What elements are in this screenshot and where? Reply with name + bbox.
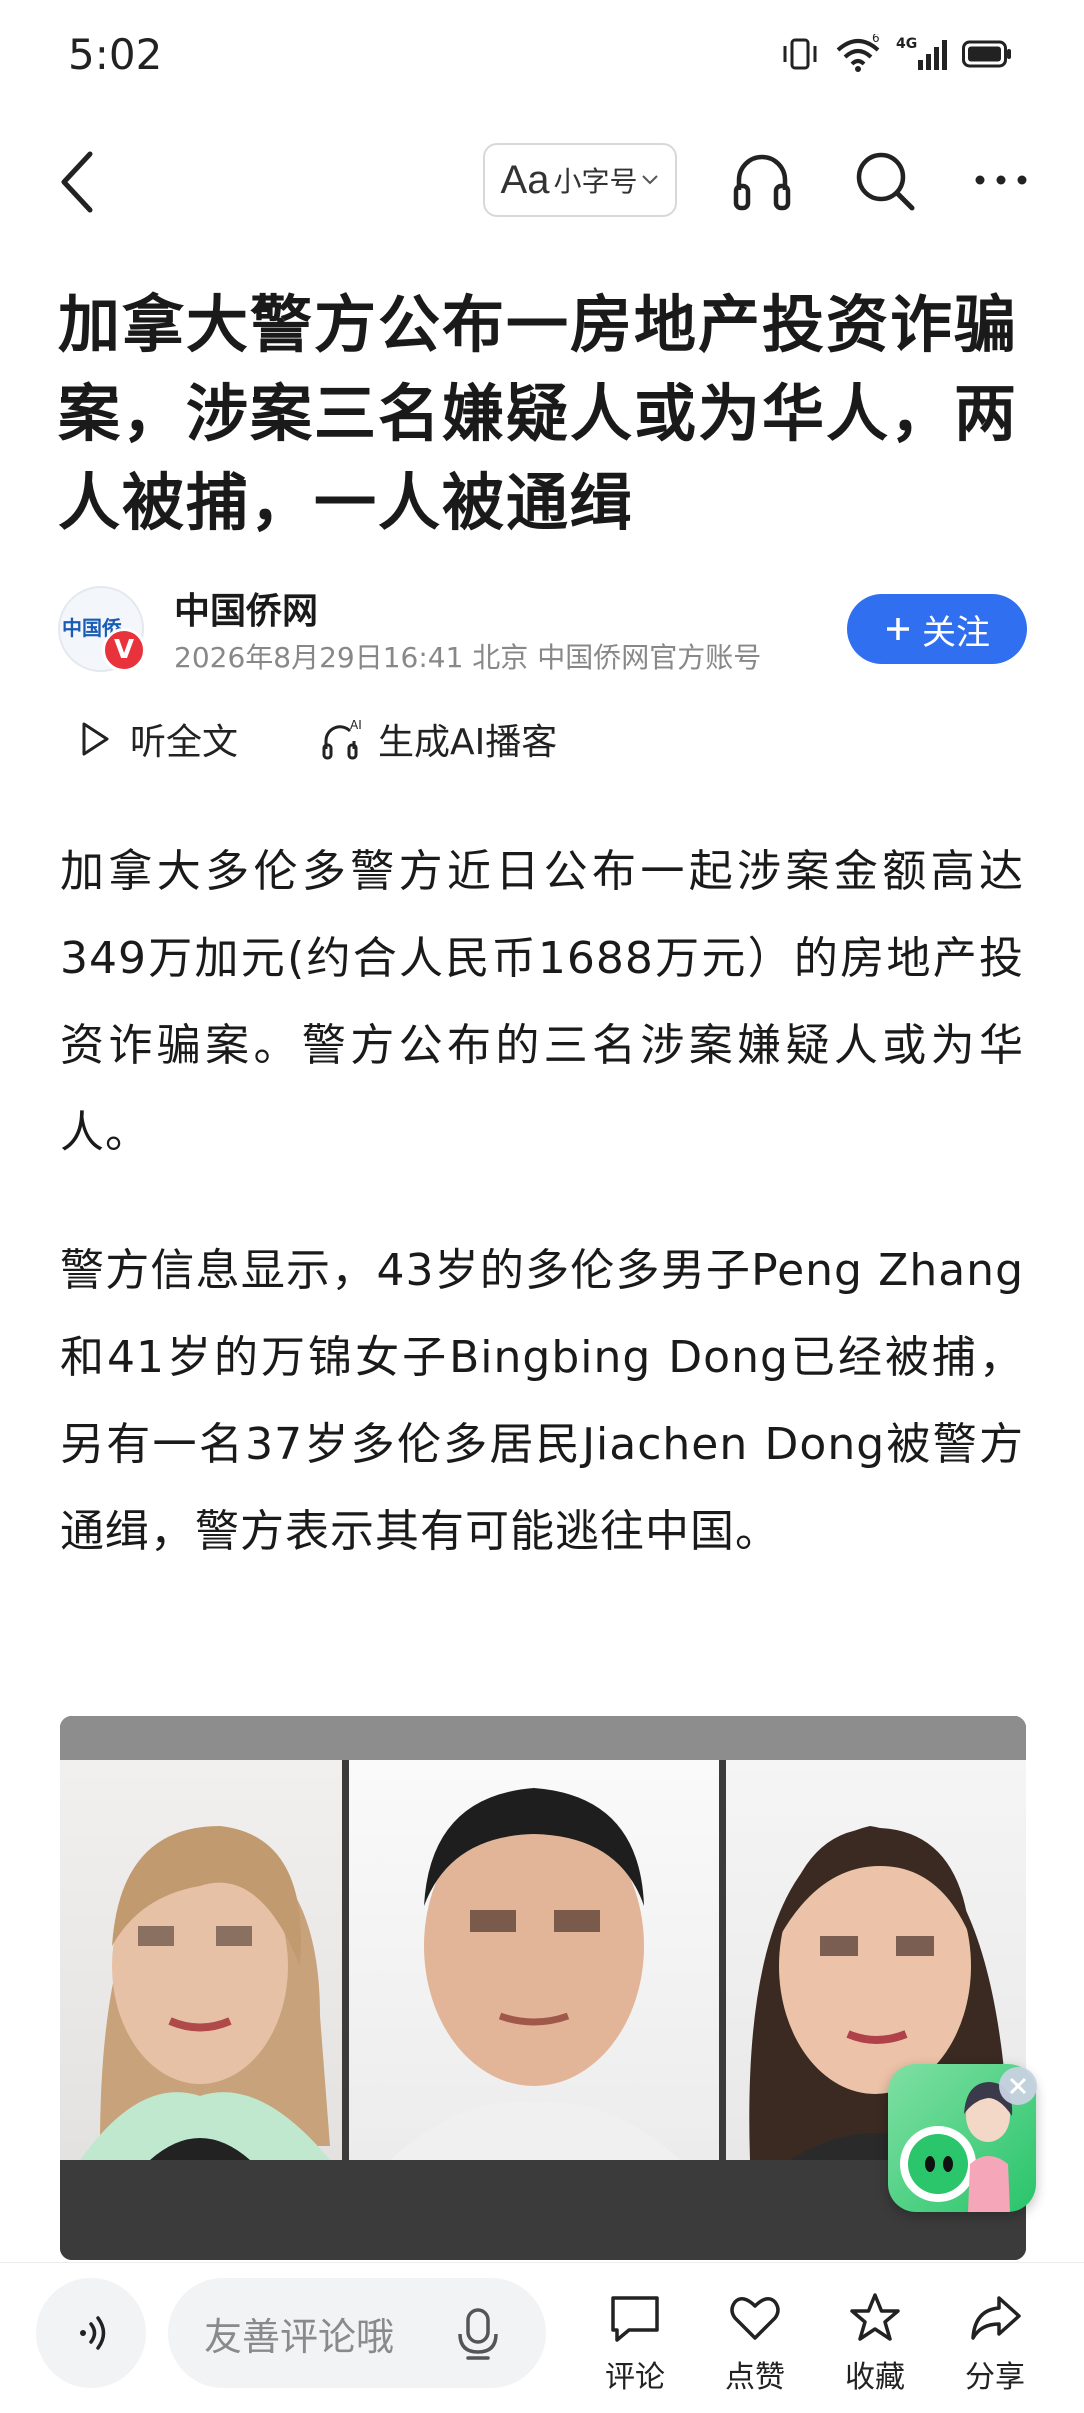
- verified-badge: V: [102, 628, 146, 672]
- comment-label: 评论: [605, 2360, 665, 2395]
- status-icons: 6 4G: [780, 30, 1012, 78]
- plus-icon: [887, 618, 909, 640]
- sound-waves-icon: [80, 2316, 106, 2350]
- cellular-signal-icon: 4G: [896, 36, 947, 70]
- comment-placeholder: 友善评论哦: [204, 2314, 395, 2359]
- headphones-button[interactable]: [729, 148, 795, 214]
- font-size-label: 小字号: [553, 165, 638, 198]
- article-paragraph: 警方信息显示，43岁的多伦多男子Peng Zhang和41岁的万锦女子Bingb…: [60, 1245, 1024, 1557]
- listen-full-text-button[interactable]: 听全文: [80, 713, 238, 765]
- font-size-aa: Aa: [500, 157, 550, 202]
- close-icon: [1009, 2077, 1027, 2095]
- microphone-icon: [458, 2308, 498, 2360]
- suspects-photo-illustration: [60, 1716, 1026, 2260]
- ai-tag: AI: [350, 718, 362, 732]
- share-arrow-icon: [971, 2296, 1021, 2340]
- headphones-icon: [733, 154, 791, 211]
- podcast-label: 生成AI播客: [378, 722, 558, 763]
- battery-icon: [962, 40, 1011, 68]
- network-type: 4G: [896, 36, 917, 52]
- like-button[interactable]: 点赞: [710, 2290, 800, 2396]
- like-label: 点赞: [725, 2360, 785, 2395]
- close-widget-button[interactable]: [999, 2067, 1037, 2105]
- search-button[interactable]: [852, 148, 918, 214]
- follow-button[interactable]: 关注: [847, 594, 1027, 664]
- ai-podcast-icon: AI: [322, 718, 362, 760]
- more-dots-icon: [975, 175, 1027, 185]
- back-button[interactable]: [52, 148, 112, 216]
- heart-icon: [730, 2297, 780, 2340]
- publish-meta: 2026年8月29日16:41 北京 中国侨网官方账号: [174, 641, 762, 674]
- follow-label: 关注: [922, 612, 990, 653]
- more-options-button[interactable]: [970, 160, 1036, 200]
- suspects-photo[interactable]: [60, 1716, 1026, 2260]
- author-avatar[interactable]: 中国侨 V: [58, 586, 146, 672]
- article-title: 加拿大警方公布一房地产投资诈骗案，涉案三名嫌疑人或为华人，两人被捕，一人被通缉: [58, 288, 1019, 539]
- search-icon: [856, 152, 915, 211]
- voice-read-button[interactable]: [36, 2278, 146, 2388]
- comment-icon: [611, 2296, 659, 2342]
- microphone-button[interactable]: [452, 2306, 504, 2366]
- signal-badge: 6: [872, 34, 880, 45]
- font-size-button[interactable]: Aa 小字号: [483, 143, 677, 217]
- status-time: 5:02: [68, 30, 163, 79]
- back-arrow-icon: [61, 151, 93, 213]
- favorite-button[interactable]: 收藏: [830, 2290, 920, 2396]
- share-button[interactable]: 分享: [950, 2290, 1040, 2396]
- share-label: 分享: [965, 2360, 1025, 2395]
- comment-button[interactable]: 评论: [590, 2290, 680, 2396]
- author-name[interactable]: 中国侨网: [174, 582, 318, 634]
- chevron-down-icon: [642, 175, 659, 185]
- favorite-label: 收藏: [845, 2360, 905, 2395]
- vibrate-icon: [783, 38, 817, 70]
- article-paragraph: 加拿大多伦多警方近日公布一起涉案金额高达349万加元(约合人民币1688万元）的…: [60, 846, 1024, 1158]
- play-icon: [82, 722, 109, 756]
- star-icon: [850, 2293, 900, 2341]
- wifi-icon: 6: [836, 34, 880, 72]
- generate-ai-podcast-button[interactable]: AI 生成AI播客: [320, 713, 557, 765]
- listen-label: 听全文: [130, 722, 239, 763]
